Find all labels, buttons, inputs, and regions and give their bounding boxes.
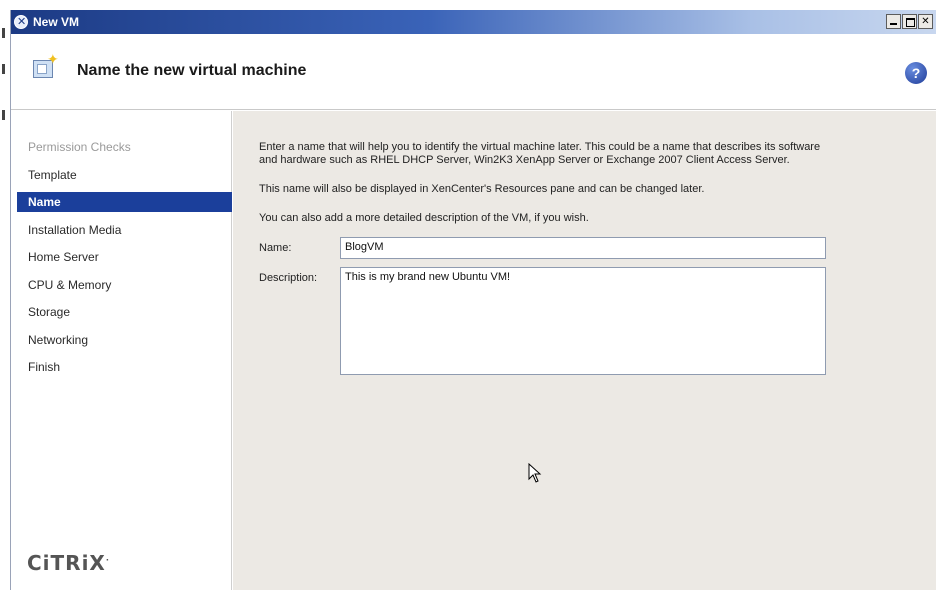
description-note: You can also add a more detailed descrip… (259, 212, 589, 224)
maximize-button[interactable] (902, 14, 917, 29)
desktop-edge-mark (2, 110, 5, 120)
help-icon[interactable]: ? (905, 62, 927, 84)
nav-item-permission-checks: Permission Checks (28, 140, 131, 154)
citrix-logo: CiTRiX· (27, 551, 110, 575)
desktop-edge-mark (2, 64, 5, 74)
new-vm-wizard-icon: ✦ (33, 52, 59, 80)
name-input[interactable]: BlogVM (340, 237, 826, 259)
nav-item-template[interactable]: Template (17, 165, 232, 185)
nav-item-home-server[interactable]: Home Server (17, 247, 232, 267)
title-bar[interactable]: New VM ✕ (11, 10, 936, 34)
window-controls: ✕ (886, 14, 933, 29)
nav-item-cpu-memory[interactable]: CPU & Memory (17, 275, 232, 295)
description-label: Description: (259, 272, 318, 284)
nav-item-finish[interactable]: Finish (17, 357, 232, 377)
intro-text-line1: Enter a name that will help you to ident… (259, 141, 821, 153)
display-note: This name will also be displayed in XenC… (259, 183, 705, 195)
nav-item-name[interactable]: Name (17, 192, 232, 212)
nav-item-installation-media[interactable]: Installation Media (17, 220, 232, 240)
nav-item-networking[interactable]: Networking (17, 330, 232, 350)
minimize-button[interactable] (886, 14, 901, 29)
desktop-edge-mark (2, 28, 5, 38)
wizard-header: ✦ Name the new virtual machine ? (11, 34, 936, 110)
name-label: Name: (259, 242, 292, 254)
xencenter-icon (14, 15, 28, 29)
page-title: Name the new virtual machine (77, 62, 307, 79)
close-button[interactable]: ✕ (918, 14, 933, 29)
intro-text-line2: and hardware such as RHEL DHCP Server, W… (259, 154, 790, 166)
wizard-steps-nav: Permission Checks Template Name Installa… (11, 111, 232, 590)
citrix-logo-text: CiTRiX (27, 551, 106, 575)
wizard-content: Enter a name that will help you to ident… (233, 111, 936, 590)
desktop-edge (0, 0, 10, 590)
nav-item-storage[interactable]: Storage (17, 302, 232, 322)
window-title: New VM (33, 15, 80, 29)
new-vm-window: New VM ✕ ✦ Name the new virtual machine … (10, 10, 936, 590)
description-textarea[interactable]: This is my brand new Ubuntu VM! (340, 267, 826, 375)
